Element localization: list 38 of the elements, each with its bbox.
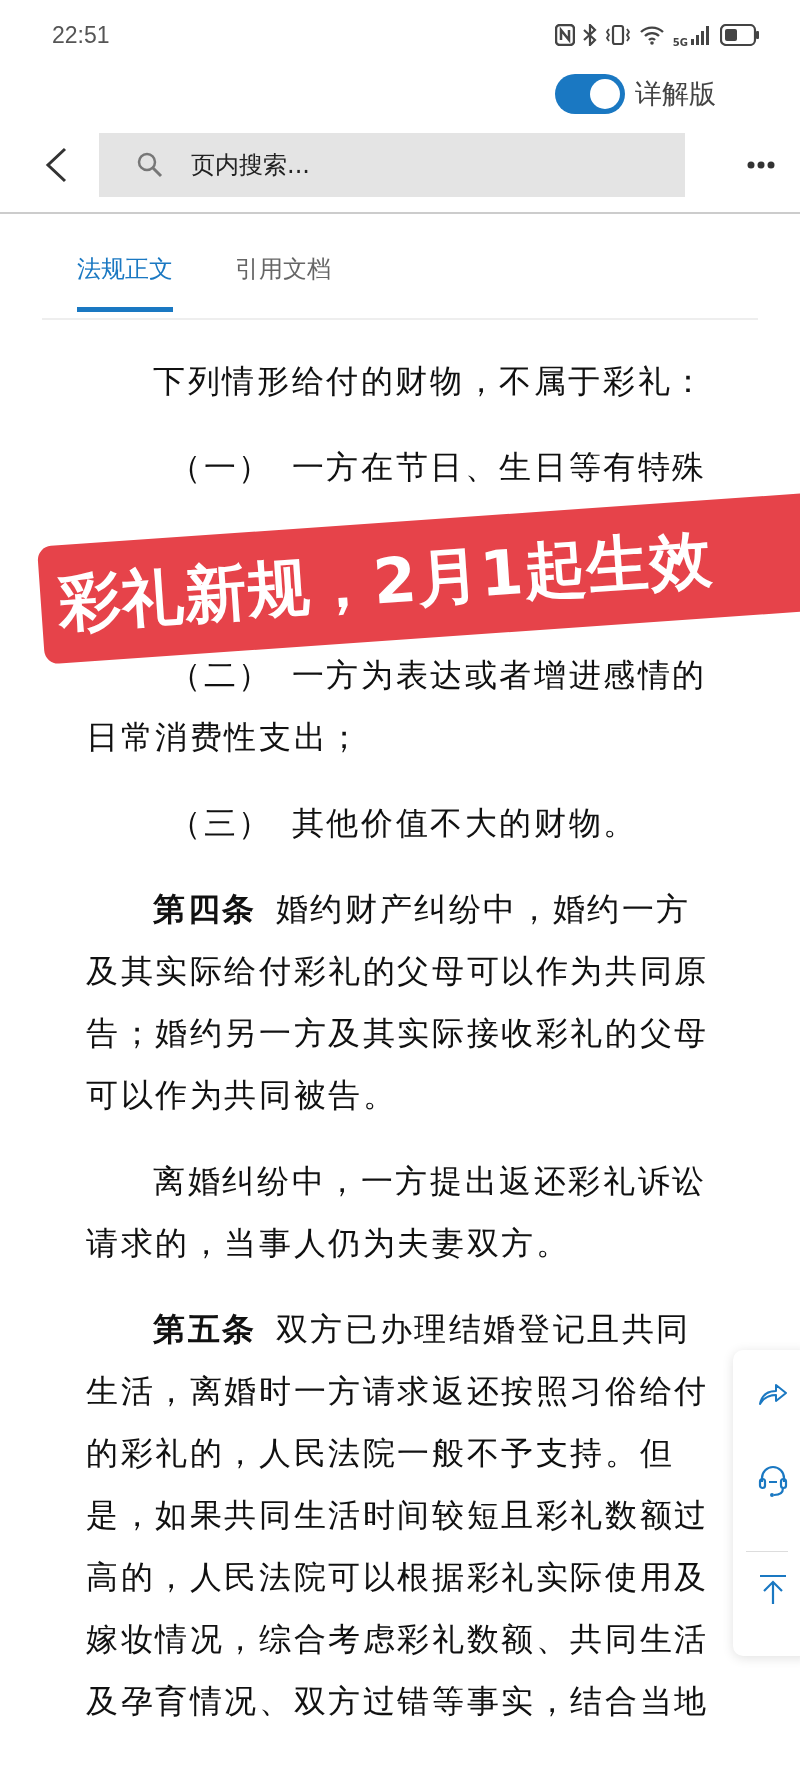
text-line: （一） 一方在节日、生日等有特殊 [168,447,707,488]
toggle-label: 详解版 [635,77,716,111]
vibrate-icon [604,24,631,46]
text-line: 生活，离婚时一方请求返还按照习俗给付 [86,1371,709,1412]
tab[interactable]: 法规正文 [77,253,173,312]
headset-icon[interactable] [758,1464,788,1499]
text-line: 是，如果共同生活时间较短且彩礼数额过 [86,1495,709,1536]
signal-icon [690,25,712,45]
text-line: 第四条 婚约财产纠纷中，婚约一方 [152,889,691,930]
wifi-icon [638,25,665,45]
network-type: 5G [672,36,688,48]
share-icon[interactable] [758,1382,788,1406]
text-line: 下列情形给付的财物，不属于彩礼： [152,361,707,402]
toggle-switch[interactable] [555,74,625,114]
clock: 22:51 [52,21,110,49]
tab[interactable]: 引用文档 [235,253,331,312]
back-to-top-icon[interactable] [758,1573,788,1606]
text-line: 第五条 双方已办理结婚登记且共同 [152,1309,691,1350]
more-icon[interactable] [747,161,775,169]
bluetooth-icon [582,24,597,46]
text-line: 的彩礼的，人民法院一般不予支持。但 [86,1433,675,1474]
text-line: 高的，人民法院可以根据彩礼实际使用及 [86,1557,709,1598]
text-line: 离婚纠纷中，一方提出返还彩礼诉讼 [152,1161,707,1202]
text-line: 及其实际给付彩礼的父母可以作为共同原 [86,951,709,992]
battery-icon [720,24,760,46]
text-line: 及孕育情况、双方过错等事实，结合当地 [86,1681,709,1722]
text-line: （二） 一方为表达或者增进感情的 [168,655,707,696]
text-line: 嫁妆情况，综合考虑彩礼数额、共同生活 [86,1619,709,1660]
search-placeholder: 页内搜索... [191,150,310,181]
back-icon[interactable] [45,147,67,183]
text-line: 请求的，当事人仍为夫妻双方。 [86,1223,571,1264]
nfc-icon [554,24,575,46]
text-line: 可以作为共同被告。 [86,1075,398,1116]
text-line: 日常消费性支出； [86,717,363,758]
search-field[interactable]: 页内搜索... [99,133,685,197]
search-icon [137,152,163,178]
text-line: 告；婚约另一方及其实际接收彩礼的父母 [86,1013,709,1054]
text-line: （三） 其他价值不大的财物。 [168,803,638,844]
